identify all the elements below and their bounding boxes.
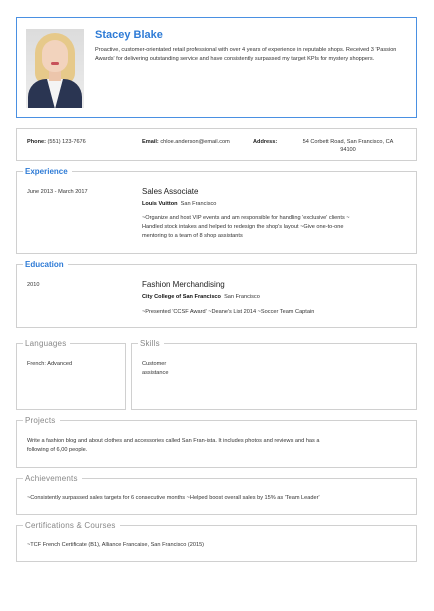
education-degree: Fashion Merchandising (142, 280, 225, 289)
experience-company: Louis Vuitton San Francisco (142, 201, 217, 207)
education-description: ~Presented 'CCSF Award' ~Deane's List 20… (142, 309, 315, 315)
experience-role: Sales Associate (142, 187, 199, 196)
contact-section: Phone: (551) 123-7676 Email: chloe.ander… (16, 128, 417, 161)
phone-item: Phone: (551) 123-7676 (27, 138, 86, 146)
certifications-text: ~TCF French Certificate (B1), Alliance F… (27, 542, 205, 548)
projects-section: Projects Write a fashion blog and about … (16, 416, 417, 468)
email-item: Email: chloe.anderson@email.com (142, 138, 230, 146)
education-date: 2010 (27, 282, 40, 288)
education-section: Education 2010 Fashion Merchandising Cit… (16, 260, 417, 328)
education-title: Education (23, 260, 68, 270)
skills-title: Skills (138, 339, 164, 349)
languages-title: Languages (23, 339, 71, 349)
experience-title: Experience (23, 167, 72, 177)
address-item: Address: (253, 138, 277, 146)
language-item: French: Advanced (27, 361, 73, 367)
address-value: 54 Corbett Road, San Francisco, CA 94100 (302, 139, 394, 153)
profile-summary: Proactive, customer-orientated retail pr… (95, 47, 397, 62)
phone-label: Phone: (27, 139, 46, 145)
skills-section: Skills Customer assistance (131, 339, 417, 410)
skill-item: Customer assistance (142, 361, 169, 376)
projects-title: Projects (23, 416, 60, 426)
address-label: Address: (253, 139, 278, 145)
languages-section: Languages French: Advanced (16, 339, 126, 410)
candidate-name: Stacey Blake (95, 29, 163, 41)
experience-section: Experience June 2013 - March 2017 Sales … (16, 167, 417, 254)
achievements-section: Achievements ~Consistently surpassed sal… (16, 474, 417, 515)
resume-header: Stacey Blake Proactive, customer-orienta… (16, 17, 417, 118)
experience-date: June 2013 - March 2017 (27, 189, 88, 195)
education-school: City College of San Francisco San Franci… (142, 294, 260, 300)
email-label: Email: (142, 139, 159, 145)
experience-description: ~Organize and host VIP events and am res… (142, 215, 350, 239)
achievements-title: Achievements (23, 474, 82, 484)
phone-value: (551) 123-7676 (47, 139, 86, 145)
achievements-text: ~Consistently surpassed sales targets fo… (27, 495, 320, 501)
profile-photo (26, 29, 84, 108)
certifications-section: Certifications & Courses ~TCF French Cer… (16, 521, 417, 562)
certifications-title: Certifications & Courses (23, 521, 120, 531)
email-value: chloe.anderson@email.com (160, 139, 230, 145)
projects-text: Write a fashion blog and about clothes a… (27, 438, 320, 453)
